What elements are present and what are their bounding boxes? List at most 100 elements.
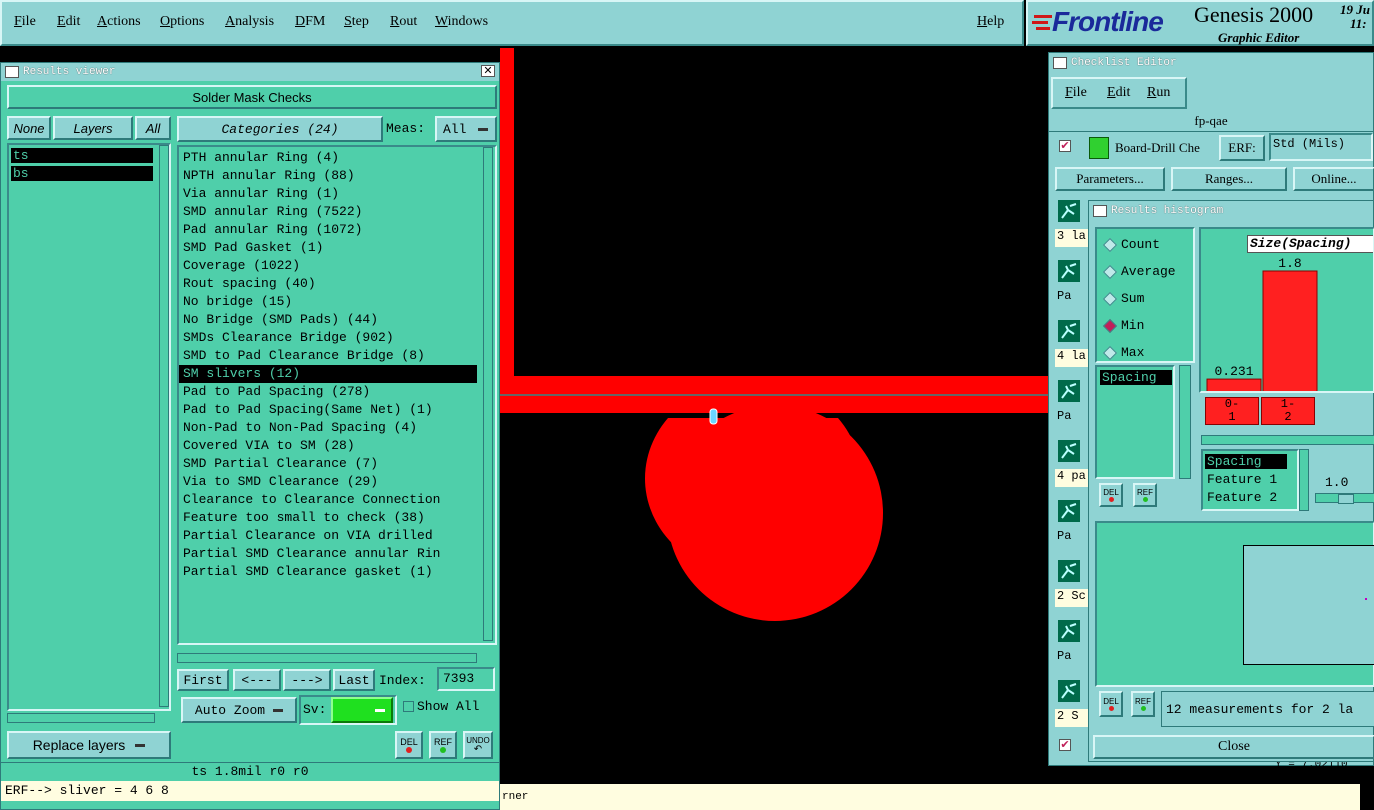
undo-button[interactable]: UNDO ↶: [463, 731, 493, 759]
category-item[interactable]: Pad to Pad Spacing (278): [179, 383, 477, 401]
histogram-ref-button[interactable]: REF: [1133, 483, 1157, 507]
window-menu-icon[interactable]: [1053, 57, 1067, 69]
replace-layers-select[interactable]: Replace layers: [7, 731, 171, 759]
sv-color-select[interactable]: [331, 697, 393, 723]
check-action-icon[interactable]: [1057, 679, 1081, 703]
category-item[interactable]: Pad annular Ring (1072): [179, 221, 477, 239]
check-action-icon[interactable]: [1057, 319, 1081, 343]
mode-radio-min[interactable]: Min: [1102, 318, 1144, 333]
mode-radio-max[interactable]: Max: [1102, 345, 1144, 360]
ranges-button[interactable]: Ranges...: [1171, 167, 1287, 191]
window-menu-icon[interactable]: [5, 66, 19, 78]
feature-item-feature-1[interactable]: Feature 1: [1205, 472, 1277, 487]
layers-list[interactable]: ts bs: [7, 143, 171, 711]
category-item[interactable]: Partial SMD Clearance annular Rin: [179, 545, 477, 563]
parameters-button[interactable]: Parameters...: [1055, 167, 1165, 191]
feature-list[interactable]: Spacing Feature 1 Feature 2: [1201, 449, 1299, 511]
histogram-bar[interactable]: [1206, 378, 1262, 393]
check-action-icon[interactable]: [1057, 379, 1081, 403]
category-item[interactable]: Pad to Pad Spacing(Same Net) (1): [179, 401, 477, 419]
histogram-del-button[interactable]: DEL: [1099, 483, 1123, 507]
next-button[interactable]: --->: [283, 669, 331, 691]
category-item[interactable]: SM slivers (12): [179, 365, 477, 383]
erf-button[interactable]: ERF:: [1219, 135, 1265, 161]
field-list[interactable]: Spacing: [1095, 365, 1175, 479]
check-row-checkbox[interactable]: ✔: [1059, 739, 1071, 751]
histogram-hscrollbar[interactable]: [1201, 435, 1374, 445]
menu-actions[interactable]: Actions: [97, 14, 141, 30]
menu-options[interactable]: Options: [160, 14, 204, 30]
category-item[interactable]: Coverage (1022): [179, 257, 477, 275]
results-viewer-titlebar[interactable]: Results viewer: [1, 63, 499, 81]
preview-ref-button[interactable]: REF: [1131, 691, 1155, 717]
category-item[interactable]: SMD annular Ring (7522): [179, 203, 477, 221]
menu-edit[interactable]: Edit: [57, 14, 80, 30]
checklist-titlebar[interactable]: Checklist Editor: [1049, 53, 1373, 73]
scale-slider[interactable]: [1315, 493, 1374, 504]
check-action-icon[interactable]: [1057, 619, 1081, 643]
category-item[interactable]: No bridge (15): [179, 293, 477, 311]
ref-button[interactable]: REF: [429, 731, 457, 759]
category-item[interactable]: NPTH annular Ring (88): [179, 167, 477, 185]
category-item[interactable]: Rout spacing (40): [179, 275, 477, 293]
category-item[interactable]: Partial SMD Clearance gasket (1): [179, 563, 477, 581]
graphic-canvas[interactable]: [500, 48, 1050, 788]
show-all-checkbox[interactable]: [403, 701, 414, 712]
menu-step[interactable]: Step: [344, 14, 369, 30]
field-item-spacing[interactable]: Spacing: [1100, 370, 1172, 385]
mode-radio-sum[interactable]: Sum: [1102, 291, 1144, 306]
meas-select[interactable]: All: [435, 116, 497, 142]
category-item[interactable]: PTH annular Ring (4): [179, 149, 477, 167]
category-item[interactable]: Non-Pad to Non-Pad Spacing (4): [179, 419, 477, 437]
menu-analysis[interactable]: Analysis: [225, 14, 274, 30]
categories-list[interactable]: PTH annular Ring (4) NPTH annular Ring (8…: [177, 145, 497, 645]
categories-button[interactable]: Categories (24): [177, 116, 383, 142]
category-item[interactable]: Feature too small to check (38): [179, 509, 477, 527]
close-icon[interactable]: ✕: [481, 65, 495, 77]
check-action-icon[interactable]: [1057, 559, 1081, 583]
first-button[interactable]: First: [177, 669, 229, 691]
category-item[interactable]: Via to SMD Clearance (29): [179, 473, 477, 491]
category-item[interactable]: SMD Pad Gasket (1): [179, 239, 477, 257]
categories-scrollbar[interactable]: [483, 147, 493, 641]
mode-radio-count[interactable]: Count: [1102, 237, 1160, 252]
category-item[interactable]: Covered VIA to SM (28): [179, 437, 477, 455]
checklist-menu-run[interactable]: Run: [1147, 85, 1170, 101]
category-item[interactable]: Partial Clearance on VIA drilled: [179, 527, 477, 545]
checklist-menu-edit[interactable]: Edit: [1107, 85, 1130, 101]
erf-value-field[interactable]: Std (Mils): [1269, 133, 1373, 161]
layer-item-bs[interactable]: bs: [11, 166, 153, 181]
layers-hscrollbar[interactable]: [7, 713, 155, 723]
category-item[interactable]: SMD to Pad Clearance Bridge (8): [179, 347, 477, 365]
index-input[interactable]: 7393: [437, 667, 495, 691]
menu-help[interactable]: Help: [977, 14, 1004, 30]
feature-item-feature-2[interactable]: Feature 2: [1205, 490, 1277, 505]
category-item[interactable]: SMDs Clearance Bridge (902): [179, 329, 477, 347]
menu-windows[interactable]: Windows: [435, 14, 488, 30]
layers-all-button[interactable]: All: [135, 116, 171, 140]
preview-del-button[interactable]: DEL: [1099, 691, 1123, 717]
layers-none-button[interactable]: None: [7, 116, 51, 140]
category-item[interactable]: No Bridge (SMD Pads) (44): [179, 311, 477, 329]
mode-radio-average[interactable]: Average: [1102, 264, 1176, 279]
last-button[interactable]: Last: [333, 669, 375, 691]
check-enabled-checkbox[interactable]: ✔: [1059, 140, 1071, 152]
prev-button[interactable]: <---: [233, 669, 281, 691]
check-action-icon[interactable]: [1057, 499, 1081, 523]
layer-item-ts[interactable]: ts: [11, 148, 153, 163]
checklist-menu-file[interactable]: File: [1065, 85, 1087, 101]
layers-label-button[interactable]: Layers: [53, 116, 133, 140]
feature-item-spacing[interactable]: Spacing: [1205, 454, 1287, 469]
auto-zoom-select[interactable]: Auto Zoom: [181, 697, 297, 723]
slider-handle[interactable]: [1338, 494, 1354, 504]
histogram-bin-label[interactable]: 0- 1: [1205, 397, 1259, 425]
menu-dfm[interactable]: DFM: [295, 14, 325, 30]
menu-file[interactable]: File: [14, 14, 36, 30]
histogram-bar[interactable]: [1262, 270, 1318, 393]
online-button[interactable]: Online...: [1293, 167, 1374, 191]
layers-scrollbar[interactable]: [159, 145, 169, 707]
histogram-bin-label[interactable]: 1- 2: [1261, 397, 1315, 425]
categories-hscrollbar[interactable]: [177, 653, 477, 663]
del-button[interactable]: DEL: [395, 731, 423, 759]
check-action-icon[interactable]: [1057, 259, 1081, 283]
